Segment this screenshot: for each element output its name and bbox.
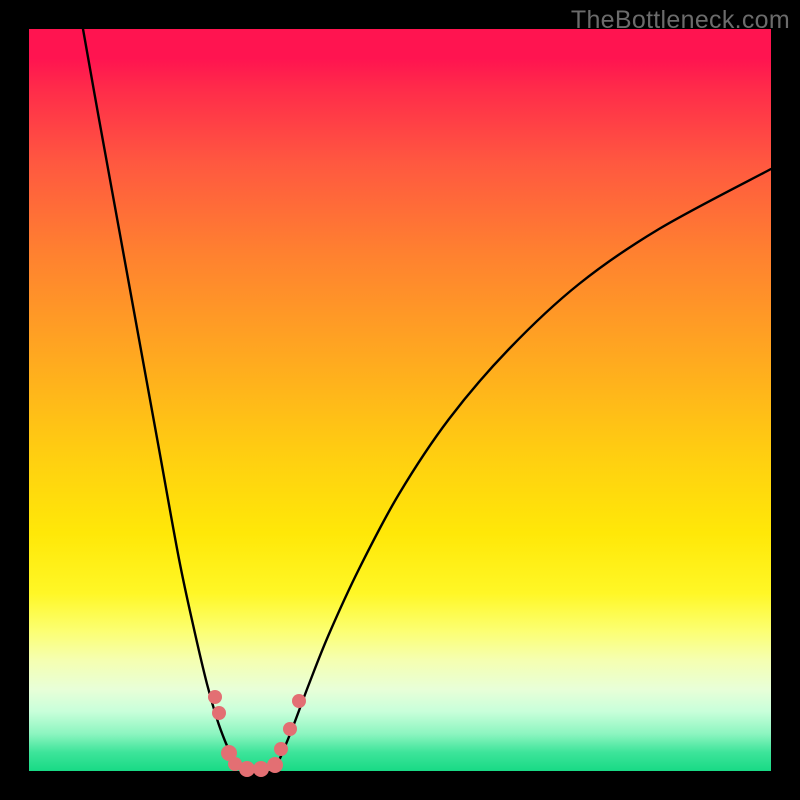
- curve-right: [277, 169, 771, 765]
- curve-left: [83, 29, 237, 765]
- data-marker: [212, 706, 226, 720]
- data-marker: [239, 761, 255, 777]
- data-marker: [283, 722, 297, 736]
- chart-frame: TheBottleneck.com: [0, 0, 800, 800]
- data-marker: [208, 690, 222, 704]
- data-marker: [274, 742, 288, 756]
- chart-svg: [29, 29, 771, 771]
- data-marker: [267, 757, 283, 773]
- data-marker: [292, 694, 306, 708]
- data-marker: [253, 761, 269, 777]
- plot-area: [29, 29, 771, 771]
